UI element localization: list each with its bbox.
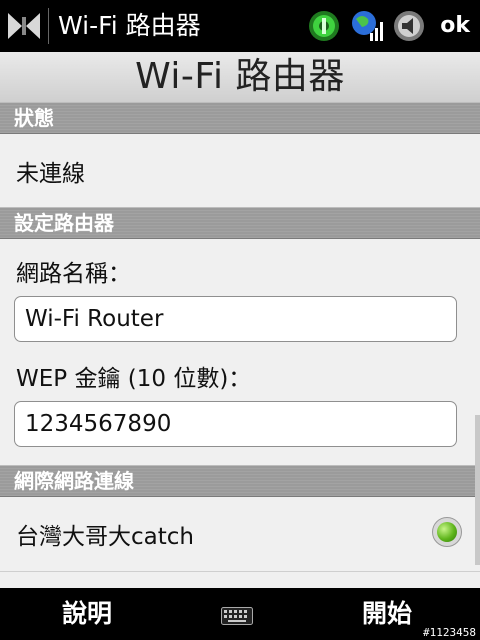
- router-section-header: 設定路由器: [0, 207, 480, 239]
- image-id-watermark: #1123458: [423, 626, 476, 639]
- connection-option-label[interactable]: 台灣大哥大catch: [16, 517, 194, 551]
- keyboard-icon[interactable]: [221, 607, 253, 625]
- page-header: Wi-Fi 路由器: [0, 52, 480, 103]
- network-name-label: 網路名稱：: [16, 261, 131, 287]
- status-bar-divider: [48, 8, 49, 44]
- connection-radio-button[interactable]: [432, 517, 462, 547]
- wep-key-input[interactable]: 1234567890: [14, 401, 457, 447]
- start-softkey[interactable]: 開始: [362, 594, 412, 634]
- internet-section-label: 網際網路連線: [14, 469, 134, 493]
- row-divider: [0, 571, 480, 572]
- connection-status-text: 未連線: [16, 161, 85, 187]
- wep-key-label: WEP 金鑰 (10 位數)：: [16, 366, 252, 392]
- page-title: Wi-Fi 路由器: [135, 56, 345, 97]
- internet-section-header: 網際網路連線: [0, 465, 480, 497]
- connectivity-icon[interactable]: [307, 9, 341, 43]
- status-section-label: 狀態: [14, 106, 54, 130]
- status-section-header: 狀態: [0, 102, 480, 134]
- scrollbar[interactable]: [475, 415, 480, 565]
- signal-icon[interactable]: [350, 9, 384, 43]
- status-bar: Wi-Fi 路由器 ok: [0, 0, 480, 52]
- ok-button[interactable]: ok: [440, 10, 470, 42]
- volume-icon[interactable]: [392, 9, 426, 43]
- network-name-input[interactable]: Wi-Fi Router: [14, 296, 457, 342]
- softkey-bar: 說明 開始 #1123458: [0, 588, 480, 640]
- help-softkey[interactable]: 說明: [62, 594, 112, 634]
- start-icon[interactable]: [6, 9, 42, 43]
- radio-selected-indicator: [437, 522, 457, 542]
- router-section-label: 設定路由器: [14, 211, 114, 235]
- app-title: Wi-Fi 路由器: [58, 11, 201, 40]
